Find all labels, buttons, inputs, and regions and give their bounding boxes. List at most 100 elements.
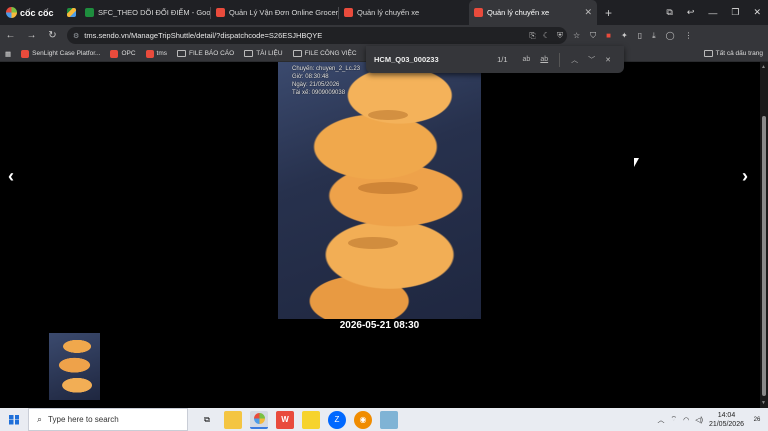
- coccoc-logo-icon: [6, 7, 17, 18]
- menu-icon[interactable]: ⋮: [685, 31, 693, 40]
- sendo-icon: [110, 49, 119, 58]
- sendo-icon: [145, 49, 154, 58]
- profile-icon[interactable]: ◯: [666, 31, 675, 40]
- scrollbar-thumb[interactable]: [762, 116, 766, 396]
- back-icon[interactable]: ←: [0, 30, 21, 41]
- bookmark-opc[interactable]: OPC: [105, 49, 140, 58]
- find-close-icon[interactable]: ✕: [605, 56, 611, 64]
- volume-icon[interactable]: ◁): [695, 416, 703, 424]
- bookmark-folder-bao-cao[interactable]: FILE BÁO CÁO: [172, 50, 239, 57]
- adblock-icon[interactable]: ⛨: [557, 31, 563, 41]
- task-view-icon[interactable]: ⧉: [198, 411, 216, 429]
- app-blue-icon[interactable]: [380, 410, 398, 429]
- tab-quan-ly-chuyen-xe-active[interactable]: Quản lý chuyến xe ✕: [469, 0, 597, 25]
- file-explorer-icon[interactable]: [224, 410, 242, 429]
- watermark-line: Chuyến: chuyen_2_Lc.23: [292, 66, 361, 72]
- address-bar[interactable]: ⚙ tms.sendo.vn/ManageTripShuttle/detail/…: [67, 27, 567, 44]
- bookmark-label: TÀI LIỆU: [256, 50, 283, 57]
- taskbar-search-placeholder: Type here to search: [48, 415, 119, 424]
- tab-quan-ly-van-don[interactable]: Quản Lý Vận Đơn Online Grocer: [211, 0, 338, 25]
- new-tab-button[interactable]: +: [597, 6, 620, 20]
- sendo-icon: [216, 8, 225, 17]
- dark-mode-icon[interactable]: ☾: [543, 31, 550, 41]
- bookmark-label: OPC: [121, 50, 136, 57]
- search-icon: ⌕: [37, 414, 43, 424]
- back-history-icon[interactable]: ↩: [680, 7, 702, 18]
- tab-label: Quản Lý Vận Đơn Online Grocer: [229, 8, 338, 17]
- bookmark-tms[interactable]: tms: [141, 49, 172, 58]
- tab-sfc-sheet[interactable]: SFC_THEO DÕI ĐỔI ĐIỂM - Goo: [80, 0, 210, 25]
- find-input[interactable]: HCM_Q03_000233: [374, 55, 439, 64]
- browser-toolbar: ← → ↻ ⚙ tms.sendo.vn/ManageTripShuttle/d…: [0, 25, 768, 46]
- tab-label: Quản lý chuyến xe: [487, 8, 550, 17]
- find-prev-icon[interactable]: ︿: [571, 55, 578, 65]
- bookmark-folder-cong-viec[interactable]: FILE CÔNG VIỆC: [288, 50, 362, 57]
- watermark-line: Ngày: 21/05/2026: [292, 82, 340, 88]
- windows-logo-icon: [9, 414, 19, 425]
- system-tray: ︿ ⌔ ◠ ◁) 14:04 21/05/2026 26: [658, 411, 768, 429]
- find-next-icon[interactable]: ﹀: [588, 55, 595, 65]
- translate-icon[interactable]: ⎘: [529, 31, 535, 41]
- shield-icon[interactable]: ⛉: [590, 31, 596, 41]
- taskbar-clock[interactable]: 14:04 21/05/2026: [709, 411, 744, 429]
- match-case-toggle[interactable]: ab: [523, 56, 531, 63]
- bookmark-label: SenLight Case Platfor...: [32, 50, 101, 57]
- bookmark-senlight[interactable]: SenLight Case Platfor...: [16, 49, 105, 58]
- scroll-up-icon[interactable]: ▲: [761, 64, 766, 70]
- next-image-button[interactable]: ›: [742, 166, 748, 187]
- tray-chevron-icon[interactable]: ︿: [658, 415, 665, 425]
- start-button[interactable]: [0, 414, 28, 425]
- coccoc-taskbar-icon[interactable]: [250, 410, 268, 429]
- whole-word-toggle[interactable]: ab: [540, 56, 548, 63]
- wifi-icon[interactable]: ◠: [683, 416, 689, 424]
- folder-icon: [292, 50, 302, 57]
- download-icon[interactable]: ⤓: [652, 31, 656, 41]
- drive-icon: [67, 8, 76, 17]
- photo-watermark: Chuyến: chuyen_2_Lc.23 Giờ: 08:30:48 Ngà…: [292, 65, 360, 97]
- scroll-down-icon[interactable]: ▼: [761, 400, 766, 406]
- reload-icon[interactable]: ↻: [42, 30, 63, 41]
- folder-icon: [177, 50, 187, 57]
- window-controls: ⧉ ↩ — ❐ ✕: [659, 7, 768, 18]
- folder-icon: [703, 50, 713, 57]
- restore-icon[interactable]: ❐: [724, 7, 746, 18]
- app-orange-icon[interactable]: ◉: [354, 410, 372, 429]
- bookmark-star-icon[interactable]: ☆: [573, 31, 580, 40]
- clock-date: 21/05/2026: [708, 420, 744, 428]
- minimize-icon[interactable]: —: [701, 8, 724, 18]
- close-window-icon[interactable]: ✕: [746, 7, 768, 18]
- page-scrollbar[interactable]: ▲ ▼: [760, 62, 768, 408]
- taskbar-search[interactable]: ⌕ Type here to search: [28, 408, 188, 431]
- browser-brand[interactable]: cốc cốc: [0, 7, 62, 18]
- image-viewer: ‹ Chuyến: chuyen_2_Lc.23 Giờ: 08:30:48 N…: [0, 62, 760, 408]
- all-bookmarks[interactable]: Tất cả dấu trang: [699, 50, 768, 57]
- notification-center[interactable]: 26: [750, 413, 764, 427]
- tab-close-icon[interactable]: ✕: [578, 7, 592, 18]
- network-icon[interactable]: ⌔: [671, 415, 678, 424]
- sticky-notes-icon[interactable]: [302, 410, 320, 429]
- forward-icon[interactable]: →: [21, 30, 42, 41]
- delivery-photo: Chuyến: chuyen_2_Lc.23 Giờ: 08:30:48 Ngà…: [278, 62, 481, 319]
- bookmark-folder-tai-lieu[interactable]: TÀI LIỆU: [239, 50, 287, 57]
- split-view-icon[interactable]: ▯: [638, 31, 642, 40]
- bookmark-label: FILE BÁO CÁO: [189, 50, 235, 57]
- wps-office-icon[interactable]: W: [276, 410, 294, 429]
- extensions-icon[interactable]: ✦: [621, 31, 628, 40]
- photo-thumbnail[interactable]: [49, 333, 100, 400]
- zalo-icon[interactable]: Z: [328, 410, 346, 429]
- bookmark-label: tms: [156, 50, 168, 57]
- find-bar: HCM_Q03_000233 1/1 ab ab ︿ ﹀ ✕: [366, 46, 624, 73]
- tab-search-icon[interactable]: ⧉: [659, 7, 679, 18]
- apps-grid-icon[interactable]: ▦: [0, 50, 16, 58]
- extension-red-icon[interactable]: ■: [606, 31, 611, 40]
- site-info-icon[interactable]: ⚙: [73, 32, 79, 40]
- all-bookmarks-label: Tất cả dấu trang: [715, 50, 763, 57]
- taskbar-apps: ⧉ W Z ◉: [198, 410, 398, 429]
- prev-image-button[interactable]: ‹: [8, 166, 14, 187]
- mouse-cursor-icon: [634, 158, 639, 167]
- tab-quan-ly-chuyen-xe[interactable]: Quản lý chuyến xe: [339, 0, 469, 25]
- tab-bar: cốc cốc SFC_THEO DÕI ĐỔI ĐIỂM - Goo Quản…: [0, 0, 768, 25]
- find-count: 1/1: [497, 55, 508, 64]
- tab-drive[interactable]: [62, 0, 80, 25]
- watermark-line: Giờ: 08:30:48: [292, 74, 329, 80]
